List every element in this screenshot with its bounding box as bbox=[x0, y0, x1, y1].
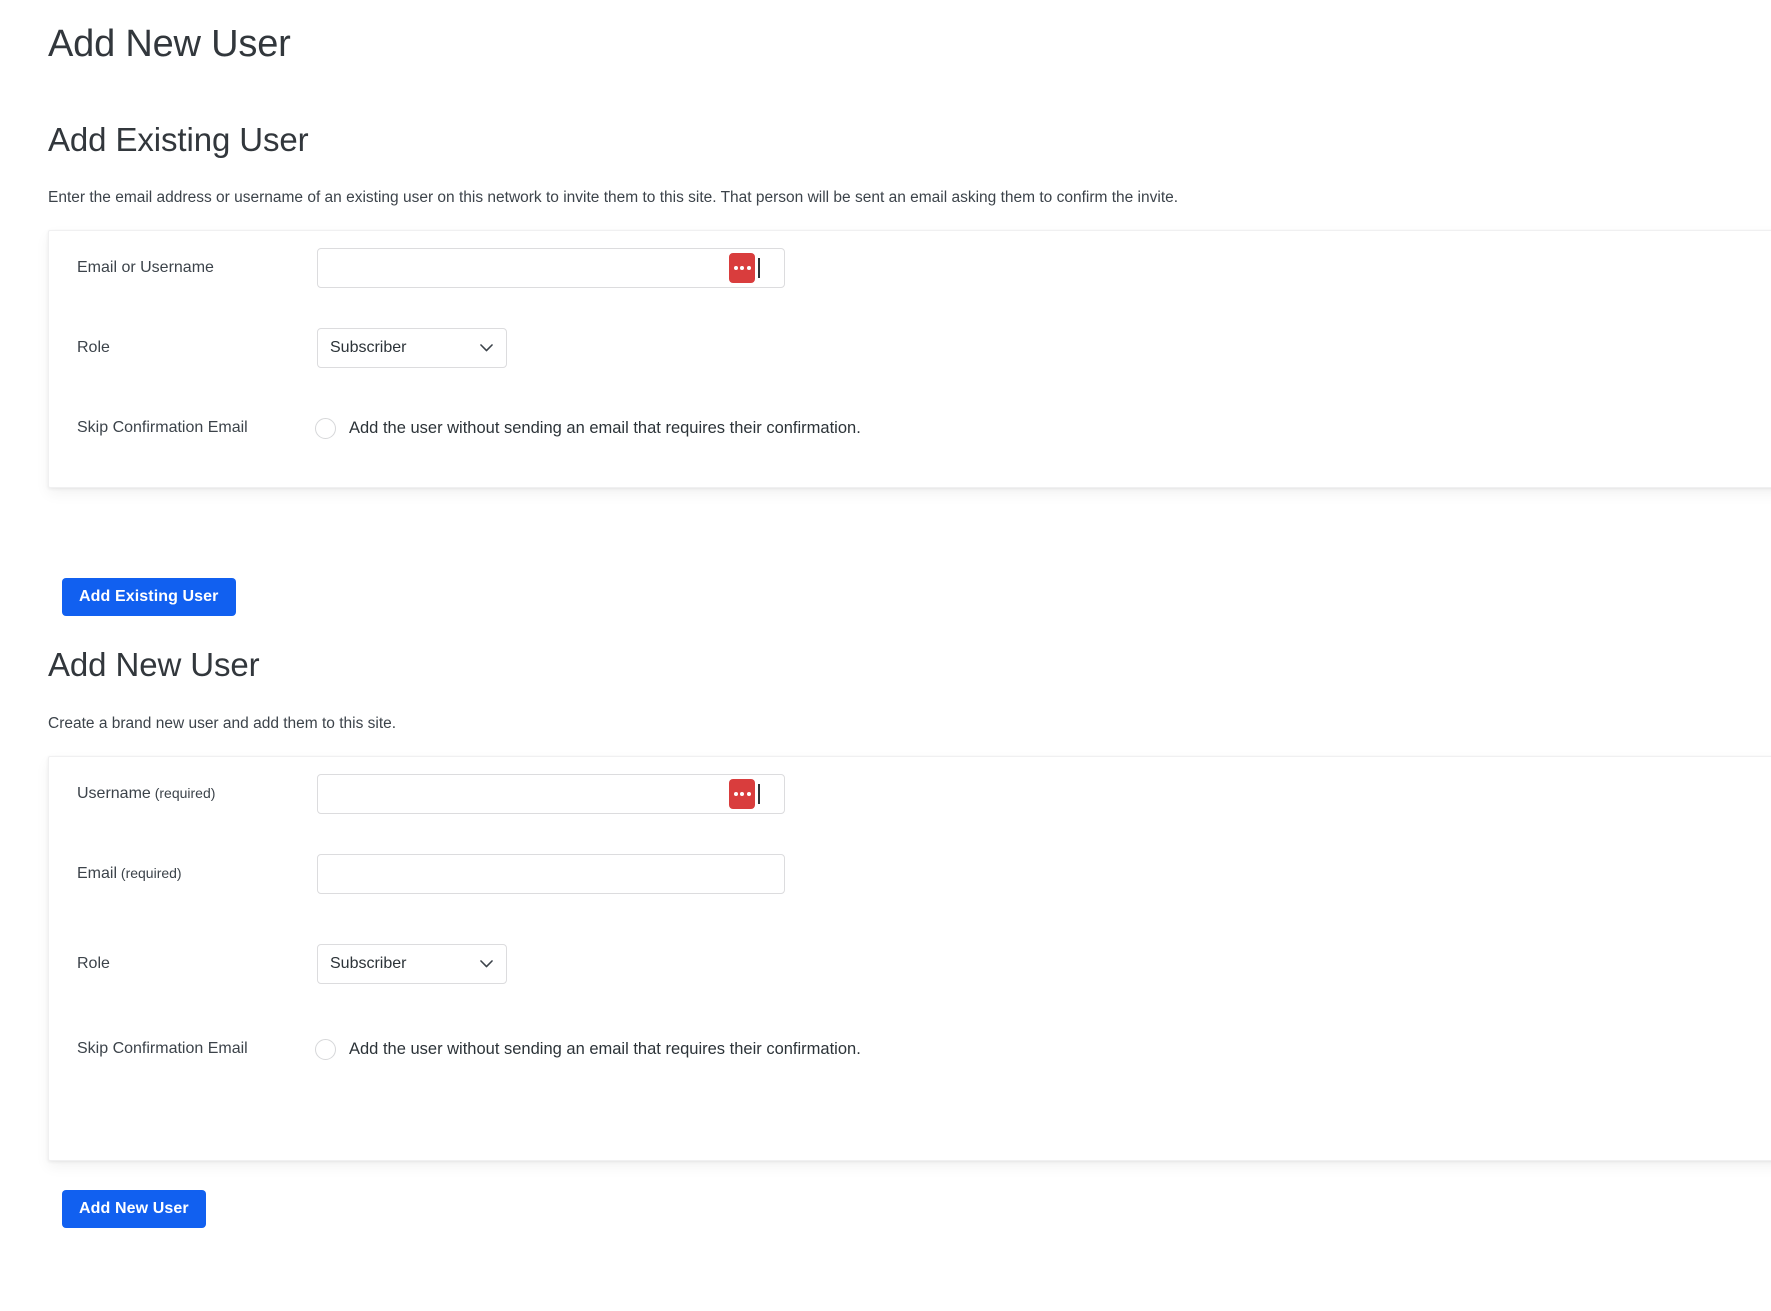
username-input[interactable] bbox=[317, 774, 785, 814]
email-or-username-input[interactable] bbox=[317, 248, 785, 288]
section-heading-add-existing-user: Add Existing User bbox=[48, 120, 309, 160]
add-new-user-button[interactable]: Add New User bbox=[62, 1190, 206, 1228]
form-row-email-or-username: Email or Username bbox=[49, 246, 1771, 290]
label-email-text: Email bbox=[77, 865, 117, 882]
control-role-new: Subscriber bbox=[317, 944, 507, 984]
form-row-role-new: Role Subscriber bbox=[49, 942, 1771, 986]
control-username bbox=[317, 774, 785, 814]
form-row-skip-confirmation-new: Skip Confirmation Email Add the user wit… bbox=[49, 1027, 1771, 1071]
text-caret bbox=[758, 784, 760, 804]
skip-confirmation-checkbox-label-existing[interactable]: Add the user without sending an email th… bbox=[349, 419, 861, 438]
role-select-wrap-existing: Subscriber bbox=[317, 328, 507, 368]
add-existing-user-form-card: Email or Username Role Subscriber bbox=[48, 230, 1771, 488]
form-row-email: Email (required) bbox=[49, 852, 1771, 896]
form-row-username: Username (required) bbox=[49, 772, 1771, 816]
add-new-user-page: Add New User Add Existing User Enter the… bbox=[0, 0, 1771, 1311]
skip-confirmation-checkbox-new[interactable] bbox=[315, 1039, 336, 1060]
skip-confirmation-checkbox-label-new[interactable]: Add the user without sending an email th… bbox=[349, 1040, 861, 1059]
section-description-add-existing-user: Enter the email address or username of a… bbox=[48, 186, 1178, 209]
label-email: Email (required) bbox=[77, 864, 317, 885]
label-email-or-username: Email or Username bbox=[77, 258, 317, 279]
control-skip-confirmation-new: Add the user without sending an email th… bbox=[315, 1039, 861, 1060]
role-select-wrap-new: Subscriber bbox=[317, 944, 507, 984]
form-row-skip-confirmation-existing: Skip Confirmation Email Add the user wit… bbox=[49, 406, 1771, 450]
add-new-user-form-card: Username (required) Email (required) Rol… bbox=[48, 756, 1771, 1161]
label-role-existing: Role bbox=[77, 338, 317, 359]
label-email-required-suffix: (required) bbox=[117, 865, 182, 881]
control-email bbox=[317, 854, 785, 894]
label-role-new: Role bbox=[77, 954, 317, 975]
skip-confirmation-check-row-existing[interactable]: Add the user without sending an email th… bbox=[315, 418, 861, 439]
section-description-add-new-user: Create a brand new user and add them to … bbox=[48, 712, 396, 735]
label-username: Username (required) bbox=[77, 784, 317, 805]
role-select-existing[interactable]: Subscriber bbox=[317, 328, 507, 368]
add-existing-user-button[interactable]: Add Existing User bbox=[62, 578, 236, 616]
role-select-new[interactable]: Subscriber bbox=[317, 944, 507, 984]
label-skip-confirmation-new: Skip Confirmation Email bbox=[77, 1039, 317, 1060]
label-skip-confirmation-existing: Skip Confirmation Email bbox=[77, 418, 317, 439]
form-row-role-existing: Role Subscriber bbox=[49, 326, 1771, 370]
control-email-or-username bbox=[317, 248, 785, 288]
email-or-username-input-wrap bbox=[317, 248, 785, 288]
lastpass-dots-icon[interactable] bbox=[729, 779, 755, 809]
text-caret bbox=[758, 258, 760, 278]
username-input-wrap bbox=[317, 774, 785, 814]
skip-confirmation-check-row-new[interactable]: Add the user without sending an email th… bbox=[315, 1039, 861, 1060]
page-title: Add New User bbox=[48, 22, 291, 68]
label-username-required-suffix: (required) bbox=[151, 785, 216, 801]
lastpass-dots-icon[interactable] bbox=[729, 253, 755, 283]
control-skip-confirmation-existing: Add the user without sending an email th… bbox=[315, 418, 861, 439]
control-role-existing: Subscriber bbox=[317, 328, 507, 368]
skip-confirmation-checkbox-existing[interactable] bbox=[315, 418, 336, 439]
label-username-text: Username bbox=[77, 785, 151, 802]
section-heading-add-new-user: Add New User bbox=[48, 645, 260, 685]
email-input[interactable] bbox=[317, 854, 785, 894]
email-input-wrap bbox=[317, 854, 785, 894]
